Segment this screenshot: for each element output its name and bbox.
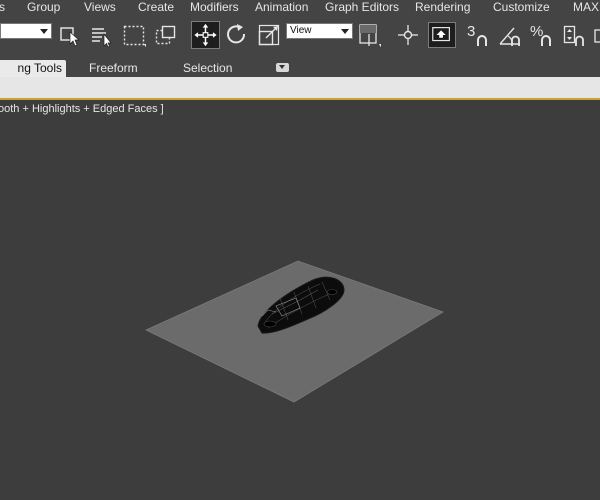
pivot-center-icon: [359, 24, 381, 47]
tab-freeform[interactable]: Freeform: [89, 60, 138, 77]
select-by-name-icon: [92, 28, 112, 48]
ribbon-minimize-toggle[interactable]: [276, 63, 289, 72]
menu-bar: s Group Views Create Modifiers Animation…: [0, 0, 600, 15]
menu-item-customize[interactable]: Customize: [493, 0, 550, 14]
angle-snap-icon: [499, 27, 520, 46]
rotate-icon: [227, 24, 246, 44]
scale-icon: [258, 24, 280, 46]
tab-selection[interactable]: Selection: [183, 60, 232, 77]
window-crossing-icon: [155, 25, 176, 45]
select-and-rotate-button[interactable]: [225, 22, 249, 48]
manipulate-icon: [398, 25, 418, 45]
move-icon: [194, 23, 217, 47]
select-object-button[interactable]: [58, 22, 82, 48]
angle-snap-button[interactable]: [498, 22, 522, 48]
menu-item-maxscript[interactable]: MAX: [573, 0, 599, 14]
keyboard-shortcut-override-button[interactable]: [428, 22, 456, 48]
tab-modeling-tools[interactable]: ng Tools: [0, 60, 66, 77]
select-object-icon: [60, 27, 80, 47]
menu-item-rendering[interactable]: Rendering: [415, 0, 470, 14]
reference-coordinate-dropdown[interactable]: View: [286, 23, 353, 39]
keyboard-override-icon: [432, 27, 450, 42]
menu-item-views[interactable]: Views: [84, 0, 116, 14]
snap-magnet-icon: 3: [467, 23, 487, 46]
rectangular-selection-button[interactable]: [122, 22, 146, 48]
named-selection-icon: [594, 29, 600, 43]
percent-snap-icon: %: [530, 23, 551, 46]
ground-plane: [145, 260, 444, 403]
ribbon-panel: [0, 77, 600, 100]
window-crossing-button[interactable]: [154, 22, 178, 48]
rectangular-selection-icon: [123, 25, 146, 47]
ribbon-tab-bar: ng Tools Freeform Selection: [0, 58, 600, 77]
menu-item-create[interactable]: Create: [138, 0, 174, 14]
snap-label: 3: [467, 23, 475, 40]
chevron-down-icon: [40, 29, 48, 34]
reference-coordinate-value: View: [290, 25, 312, 36]
menu-item-edit[interactable]: s: [0, 0, 5, 14]
percent-label: %: [530, 23, 543, 40]
menu-item-graph-editors[interactable]: Graph Editors: [325, 0, 399, 14]
selection-filter-dropdown[interactable]: [0, 23, 52, 39]
select-and-scale-button[interactable]: [257, 22, 281, 48]
select-and-move-button[interactable]: [191, 21, 220, 49]
menu-item-animation[interactable]: Animation: [255, 0, 308, 14]
spinner-snap-button[interactable]: [562, 22, 586, 48]
menu-item-modifiers[interactable]: Modifiers: [190, 0, 239, 14]
percent-snap-button[interactable]: %: [530, 22, 554, 48]
use-pivot-center-button[interactable]: [357, 22, 381, 48]
menu-item-group[interactable]: Group: [27, 0, 60, 14]
chevron-down-icon: [341, 29, 349, 34]
edit-named-selection-button[interactable]: [594, 22, 600, 48]
spinner-snap-icon: [563, 25, 584, 46]
tab-modeling-tools-label: ng Tools: [17, 61, 62, 75]
snaps-toggle-button[interactable]: 3: [466, 22, 490, 48]
select-and-manipulate-button[interactable]: [396, 22, 420, 48]
main-toolbar: View 3 %: [0, 15, 600, 59]
select-by-name-button[interactable]: [90, 22, 114, 48]
viewport-scene: [145, 260, 444, 403]
perspective-viewport[interactable]: ooth + Highlights + Edged Faces ]: [0, 100, 600, 500]
